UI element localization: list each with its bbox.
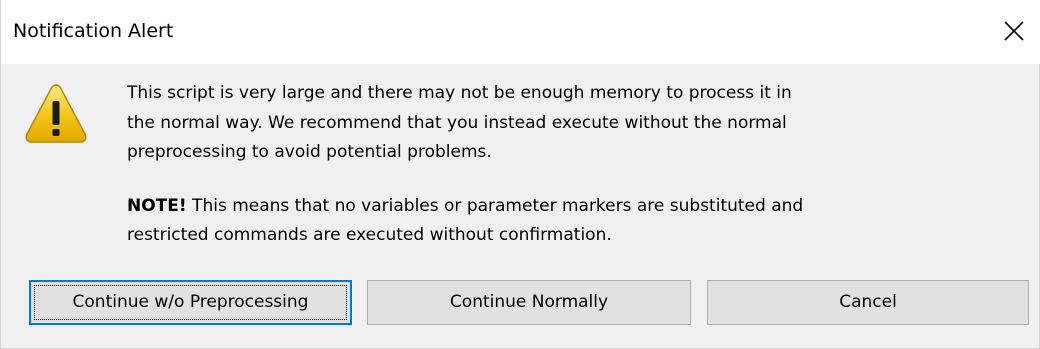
continue-without-preprocessing-button[interactable]: Continue w/o Preprocessing (29, 280, 352, 325)
notification-dialog: Notification Alert This script is very l… (0, 0, 1040, 349)
message-paragraph: This script is very large and there may … (127, 79, 907, 168)
message-line-3: preprocessing to avoid potential problem… (127, 142, 492, 162)
warning-icon (23, 81, 89, 145)
continue-normally-label: Continue Normally (449, 292, 609, 312)
note-line-1: This means that no variables or paramete… (186, 195, 804, 216)
note-label: NOTE! (127, 195, 187, 216)
message-text: This script is very large and there may … (127, 79, 907, 251)
continue-without-preprocessing-label: Continue w/o Preprocessing (72, 292, 309, 312)
close-icon (1004, 21, 1024, 41)
continue-normally-button[interactable]: Continue Normally (367, 280, 691, 325)
title-bar: Notification Alert (1, 0, 1040, 64)
close-button[interactable] (989, 0, 1040, 62)
message-line-2: the normal way. We recommend that you in… (127, 112, 787, 133)
note-line-2: restricted commands are executed without… (127, 225, 612, 245)
message-line-1: This script is very large and there may … (127, 83, 792, 103)
cancel-button[interactable]: Cancel (707, 280, 1029, 325)
window-title: Notification Alert (13, 20, 174, 42)
note-paragraph: NOTE! This means that no variables or pa… (127, 192, 907, 251)
cancel-label: Cancel (839, 292, 897, 312)
